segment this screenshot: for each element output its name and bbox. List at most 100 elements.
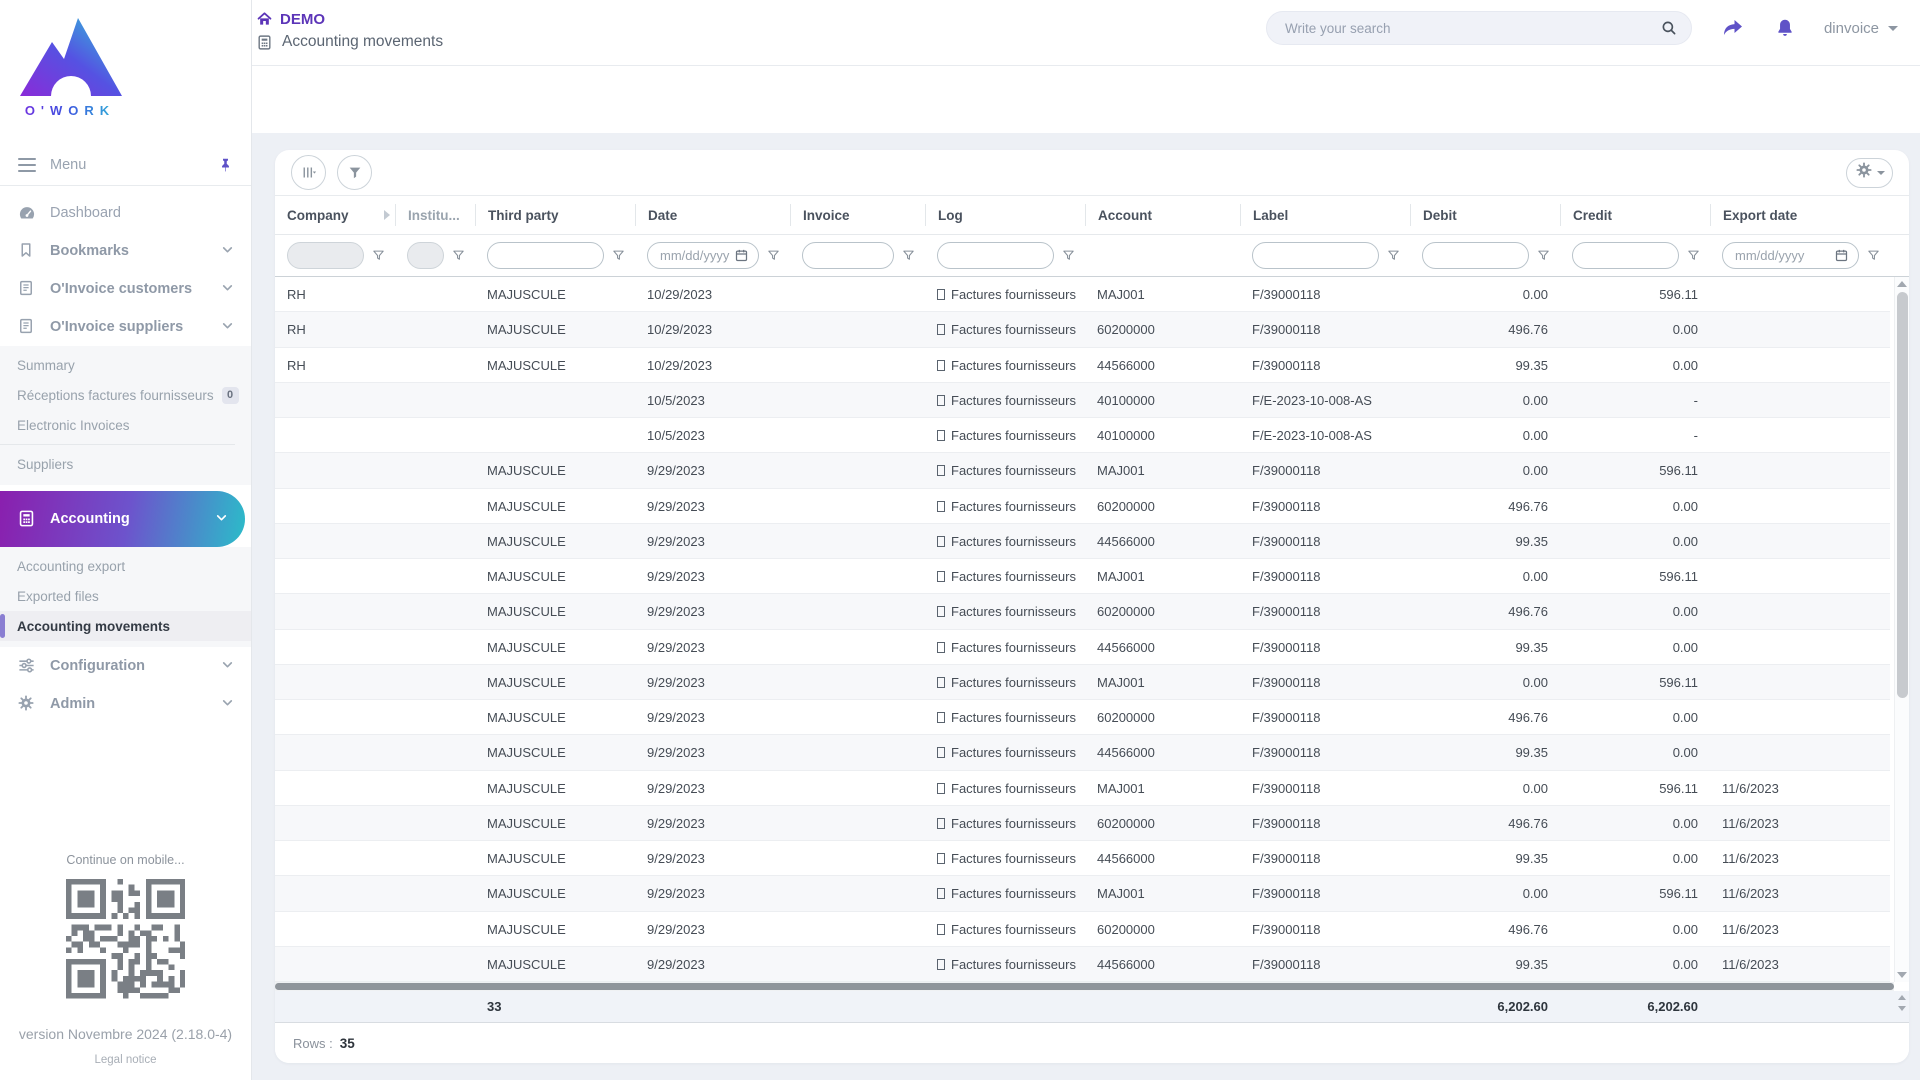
sidebar-menu-header[interactable]: Menu (0, 144, 251, 186)
share-button[interactable] (1720, 16, 1746, 40)
sidebar-item-summary[interactable]: Summary (0, 350, 251, 380)
notifications-button[interactable] (1774, 16, 1796, 40)
cell-account: 44566000 (1085, 640, 1240, 655)
scroll-up-arrow[interactable] (1898, 995, 1906, 1000)
hamburger-icon[interactable] (18, 158, 36, 172)
table-row[interactable]: MAJUSCULE9/29/2023Factures fournisseurs6… (275, 700, 1890, 735)
column-header-account[interactable]: Account (1085, 204, 1240, 226)
table-row[interactable]: MAJUSCULE9/29/2023Factures fournisseursM… (275, 559, 1890, 594)
vertical-scrollbar[interactable] (1894, 277, 1909, 982)
sidebar-item-bookmarks[interactable]: Bookmarks (0, 232, 251, 270)
totals-scroll-arrows[interactable] (1898, 995, 1906, 1011)
table-row[interactable]: 10/5/2023Factures fournisseurs40100000F/… (275, 418, 1890, 453)
table-row[interactable]: MAJUSCULE9/29/2023Factures fournisseursM… (275, 771, 1890, 806)
sidebar-item-exported-files[interactable]: Exported files (0, 581, 251, 611)
column-header-date[interactable]: Date (635, 204, 790, 226)
sidebar-item-accounting-movements[interactable]: Accounting movements (0, 611, 251, 641)
filter-menu-icon[interactable] (901, 248, 916, 263)
filter-menu-icon[interactable] (1866, 248, 1881, 263)
sidebar-item-electronic-invoices[interactable]: Electronic Invoices (0, 410, 251, 440)
scroll-down-arrow[interactable] (1897, 972, 1907, 978)
column-header-third_party[interactable]: Third party (475, 204, 635, 226)
table-row[interactable]: MAJUSCULE9/29/2023Factures fournisseursM… (275, 876, 1890, 911)
missing-glyph-icon (937, 465, 945, 476)
table-row[interactable]: MAJUSCULE9/29/2023Factures fournisseurs6… (275, 806, 1890, 841)
table-row[interactable]: MAJUSCULE9/29/2023Factures fournisseurs4… (275, 735, 1890, 770)
filter-field-credit[interactable] (1572, 242, 1679, 269)
filter-field-label[interactable] (1252, 242, 1379, 269)
table-row[interactable]: MAJUSCULE9/29/2023Factures fournisseurs4… (275, 947, 1890, 982)
column-header-invoice[interactable]: Invoice (790, 204, 925, 226)
bell-icon (1774, 16, 1796, 40)
table-row[interactable]: 10/5/2023Factures fournisseurs40100000F/… (275, 383, 1890, 418)
search-input[interactable] (1285, 21, 1660, 36)
sidebar-item-accounting-export[interactable]: Accounting export (0, 551, 251, 581)
filter-menu-icon[interactable] (451, 248, 466, 263)
table-row[interactable]: RHMAJUSCULE10/29/2023Factures fournisseu… (275, 277, 1890, 312)
filter-menu-icon[interactable] (1061, 248, 1076, 263)
global-search[interactable] (1266, 11, 1692, 45)
search-icon[interactable] (1660, 19, 1678, 37)
filter-field-date[interactable]: mm/dd/yyyy (647, 242, 759, 269)
filter-input-log[interactable] (950, 248, 1044, 263)
user-menu[interactable]: dinvoice (1824, 20, 1898, 37)
table-row[interactable]: MAJUSCULE9/29/2023Factures fournisseursM… (275, 665, 1890, 700)
pin-icon[interactable] (218, 157, 233, 173)
column-header-log[interactable]: Log (925, 204, 1085, 226)
column-header-institution[interactable]: Institu... (395, 204, 475, 226)
column-header-label[interactable]: Label (1240, 204, 1410, 226)
column-header-credit[interactable]: Credit (1560, 204, 1710, 226)
filter-menu-icon[interactable] (1536, 248, 1551, 263)
table-row[interactable]: MAJUSCULE9/29/2023Factures fournisseurs4… (275, 841, 1890, 876)
column-header-debit[interactable]: Debit (1410, 204, 1560, 226)
filter-menu-icon[interactable] (1686, 248, 1701, 263)
filter-field-debit[interactable] (1422, 242, 1529, 269)
sidebar-item-oinvoice-customers[interactable]: O'Invoice customers (0, 270, 251, 308)
calendar-icon[interactable] (1834, 248, 1849, 263)
filter-menu-icon[interactable] (371, 248, 386, 263)
table-settings-button[interactable] (1846, 158, 1893, 188)
cell-date: 9/29/2023 (635, 781, 790, 796)
sidebar-item-suppliers[interactable]: Suppliers (0, 449, 251, 479)
filter-button[interactable] (337, 155, 372, 190)
sidebar-item-admin[interactable]: Admin (0, 685, 251, 723)
filter-input-label[interactable] (1265, 248, 1369, 263)
cell-account: 60200000 (1085, 322, 1240, 337)
filter-input-credit[interactable] (1585, 248, 1669, 263)
filter-input-third_party[interactable] (500, 248, 594, 263)
sidebar-item-oinvoice-suppliers[interactable]: O'Invoice suppliers (0, 308, 251, 346)
filter-input-debit[interactable] (1435, 248, 1519, 263)
table-row[interactable]: RHMAJUSCULE10/29/2023Factures fournisseu… (275, 312, 1890, 347)
legal-notice-link[interactable]: Legal notice (0, 1054, 251, 1066)
table-row[interactable]: MAJUSCULE9/29/2023Factures fournisseurs6… (275, 489, 1890, 524)
table-row[interactable]: MAJUSCULE9/29/2023Factures fournisseurs6… (275, 594, 1890, 629)
scroll-down-arrow[interactable] (1898, 1006, 1906, 1011)
filter-menu-icon[interactable] (766, 248, 781, 263)
filter-input-invoice[interactable] (815, 248, 884, 263)
column-header-company[interactable]: Company (275, 204, 395, 226)
table-row[interactable]: MAJUSCULE9/29/2023Factures fournisseurs6… (275, 912, 1890, 947)
vertical-scrollbar-thumb[interactable] (1897, 292, 1908, 698)
calendar-icon[interactable] (734, 248, 749, 263)
sidebar-item-dashboard[interactable]: Dashboard (0, 194, 251, 232)
horizontal-scrollbar[interactable] (275, 982, 1894, 991)
filter-field-third_party[interactable] (487, 242, 604, 269)
sidebar-item-configuration[interactable]: Configuration (0, 647, 251, 685)
filter-field-log[interactable] (937, 242, 1054, 269)
home-icon[interactable] (256, 11, 273, 27)
filter-menu-icon[interactable] (1386, 248, 1401, 263)
horizontal-scrollbar-thumb[interactable] (275, 983, 1894, 990)
sidebar-item-receptions-factures-fournisseurs[interactable]: Réceptions factures fournisseurs0 (0, 380, 251, 410)
scroll-up-arrow[interactable] (1897, 281, 1907, 287)
table-row[interactable]: MAJUSCULE9/29/2023Factures fournisseurs4… (275, 524, 1890, 559)
breadcrumb-home[interactable]: DEMO (280, 11, 325, 28)
table-row[interactable]: MAJUSCULE9/29/2023Factures fournisseurs4… (275, 630, 1890, 665)
sidebar-item-accounting[interactable]: Accounting (0, 491, 245, 547)
column-header-export_date[interactable]: Export date (1710, 204, 1890, 226)
filter-field-export_date[interactable]: mm/dd/yyyy (1722, 242, 1859, 269)
filter-menu-icon[interactable] (611, 248, 626, 263)
columns-button[interactable] (291, 155, 326, 190)
table-row[interactable]: MAJUSCULE9/29/2023Factures fournisseursM… (275, 453, 1890, 488)
filter-field-invoice[interactable] (802, 242, 894, 269)
table-row[interactable]: RHMAJUSCULE10/29/2023Factures fournisseu… (275, 348, 1890, 383)
